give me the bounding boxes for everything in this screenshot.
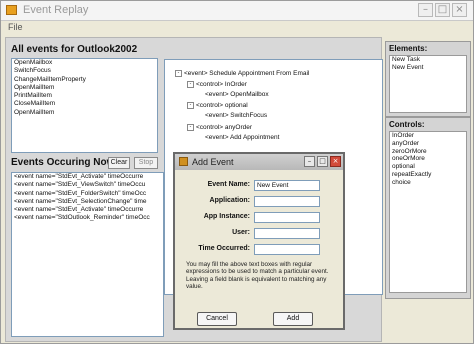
control-list-item[interactable]: zeroOrMore <box>390 148 466 156</box>
event-list-item[interactable]: OpenMailItem <box>12 109 157 117</box>
dialog-description: You may fill the above text boxes with r… <box>186 261 329 291</box>
events-panel-title: All events for Outlook2002 <box>11 44 138 55</box>
dialog-title-bar: Add Event – □ × <box>175 154 343 170</box>
events-list[interactable]: OpenMailbox SwitchFocus ChangeMailItemProp… <box>11 58 158 153</box>
menu-file[interactable]: File <box>8 22 23 32</box>
tree-node-switchfocus[interactable]: <event> SwitchFocus <box>205 112 267 119</box>
controls-panel: Controls: InOrder anyOrder zeroOrMore oneOr… <box>385 117 471 299</box>
menu-bar: File <box>1 21 473 34</box>
elements-list[interactable]: New Task New Event <box>389 55 467 113</box>
app-instance-label: App Instance: <box>203 213 250 220</box>
event-list-item[interactable]: OpenMailItem <box>12 84 157 92</box>
tree-node-inorder[interactable]: - <control> InOrder <box>187 81 247 88</box>
event-list-item[interactable]: ChangeMailItemProperty <box>12 76 157 84</box>
tree-node-root[interactable]: - <event> Schedule Appointment From Email <box>175 70 309 77</box>
user-label: User: <box>232 229 250 236</box>
control-list-item[interactable]: choice <box>390 179 466 187</box>
clear-button[interactable]: Clear <box>108 157 130 169</box>
app-icon <box>6 5 17 15</box>
time-occurred-field[interactable] <box>254 244 320 255</box>
stop-button[interactable]: Stop <box>134 157 158 169</box>
dialog-minimize-icon[interactable]: – <box>304 156 315 167</box>
control-list-item[interactable]: optional <box>390 163 466 171</box>
occurring-list[interactable]: <event name="StdEvt_Activate" timeOccurr… <box>11 172 164 337</box>
application-label: Application: <box>209 197 250 204</box>
occurring-event-row[interactable]: <event name="StdEvt_Activate" timeOccurr… <box>12 206 163 214</box>
tree-node-add-appointment[interactable]: <event> Add Appointment <box>205 134 279 141</box>
event-list-item[interactable]: CloseMailItem <box>12 100 157 108</box>
event-name-label: Event Name: <box>207 181 250 188</box>
add-button[interactable]: Add <box>273 312 313 326</box>
event-list-item[interactable]: OpenMailbox <box>12 59 157 67</box>
occurring-event-row[interactable]: <event name="StdEvt_FolderSwitch" timeOc… <box>12 190 163 198</box>
dialog-close-icon[interactable]: × <box>330 156 341 167</box>
elements-title: Elements: <box>389 44 428 53</box>
event-list-item[interactable]: PrintMailItem <box>12 92 157 100</box>
control-list-item[interactable]: oneOrMore <box>390 155 466 163</box>
tree-node-openmailbox[interactable]: <event> OpenMailbox <box>205 91 269 98</box>
event-name-field[interactable] <box>254 180 320 191</box>
occurring-event-row[interactable]: <event name="StdEvt_Activate" timeOccurr… <box>12 173 163 181</box>
application-field[interactable] <box>254 196 320 207</box>
user-field[interactable] <box>254 228 320 239</box>
element-list-item[interactable]: New Task <box>390 56 466 64</box>
app-instance-field[interactable] <box>254 212 320 223</box>
control-list-item[interactable]: repeatExactly <box>390 171 466 179</box>
window-title: Event Replay <box>23 4 89 16</box>
cancel-button[interactable]: Cancel <box>197 312 237 326</box>
tree-node-anyorder[interactable]: - <control> anyOrder <box>187 124 252 131</box>
event-list-item[interactable]: SwitchFocus <box>12 67 157 75</box>
control-list-item[interactable]: anyOrder <box>390 140 466 148</box>
control-list-item[interactable]: InOrder <box>390 132 466 140</box>
main-window: Event Replay – □ × File All events for O… <box>0 0 474 344</box>
title-bar: Event Replay – □ × <box>1 1 473 21</box>
occurring-event-row[interactable]: <event name="StdEvt_SelectionChange" tim… <box>12 198 163 206</box>
minimize-icon[interactable]: – <box>418 3 433 17</box>
add-event-dialog: Add Event – □ × Event Name: Application:… <box>173 152 345 330</box>
elements-panel: Elements: New Task New Event <box>385 41 471 117</box>
maximize-icon[interactable]: □ <box>435 3 450 17</box>
element-list-item[interactable]: New Event <box>390 64 466 72</box>
dialog-maximize-icon[interactable]: □ <box>317 156 328 167</box>
occurring-event-row[interactable]: <event name="StdOutlook_Reminder" timeOc… <box>12 214 163 222</box>
controls-title: Controls: <box>389 120 425 129</box>
occurring-title: Events Occuring Now <box>11 157 115 168</box>
controls-list[interactable]: InOrder anyOrder zeroOrMore oneOrMore option… <box>389 131 467 293</box>
dialog-app-icon <box>179 157 188 166</box>
tree-node-optional[interactable]: - <control> optional <box>187 102 248 109</box>
dialog-title: Add Event <box>192 157 234 167</box>
close-icon[interactable]: × <box>452 3 467 17</box>
time-occurred-label: Time Occurred: <box>198 245 250 252</box>
occurring-event-row[interactable]: <event name="StdEvt_ViewSwitch" timeOccu <box>12 181 163 189</box>
